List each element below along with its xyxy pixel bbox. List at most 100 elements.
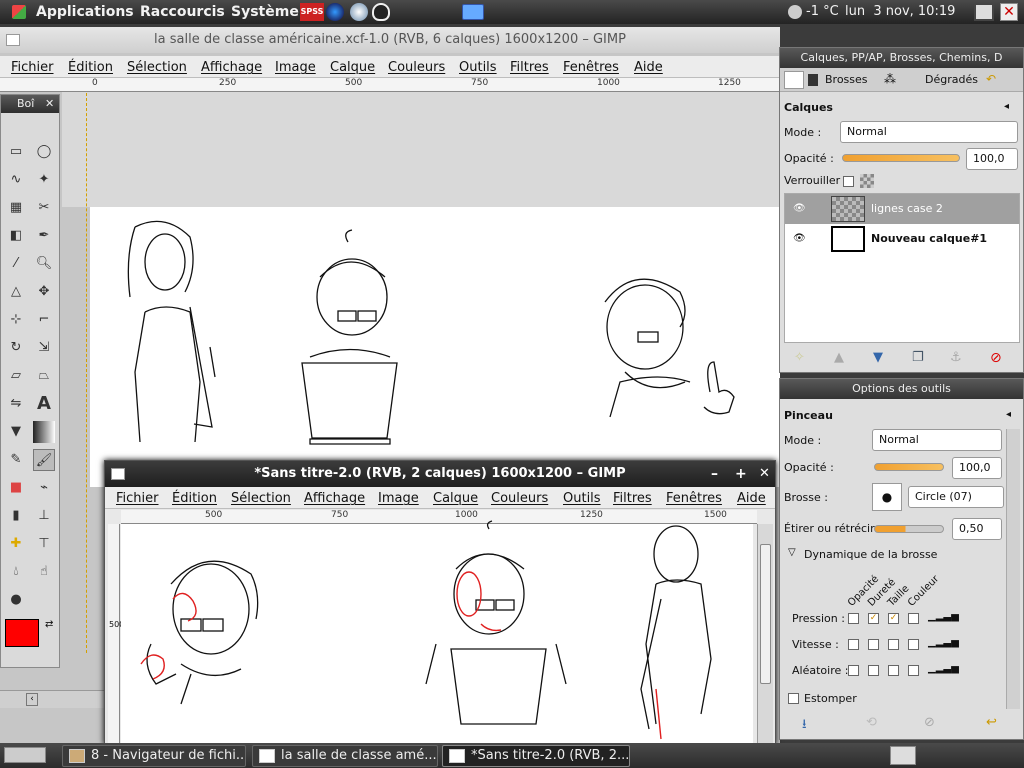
second-window-titlebar[interactable]: *Sans titre-2.0 (RVB, 2 calques) 1600x12… bbox=[105, 461, 775, 487]
move-tool-icon[interactable]: ✥ bbox=[33, 281, 55, 303]
spss-launcher-icon[interactable]: SPSS bbox=[300, 3, 324, 21]
close-icon[interactable]: ✕ bbox=[759, 461, 770, 487]
menu-aide[interactable]: Aide bbox=[634, 60, 663, 75]
clock[interactable]: lun 3 nov, 10:19 bbox=[845, 4, 955, 19]
menu-aide[interactable]: Aide bbox=[737, 491, 766, 506]
menu-selection[interactable]: Sélection bbox=[231, 491, 291, 506]
zoom-tool-icon[interactable]: 🔍︎ bbox=[33, 253, 55, 275]
dynamics-checkbox[interactable] bbox=[868, 639, 879, 650]
perspective-clone-tool-icon[interactable]: ⊤ bbox=[33, 533, 55, 555]
dynamics-checkbox[interactable] bbox=[888, 639, 899, 650]
menu-image[interactable]: Image bbox=[378, 491, 419, 506]
heal-tool-icon[interactable]: ✚ bbox=[5, 533, 27, 555]
dynamics-checkbox[interactable] bbox=[908, 639, 919, 650]
layers-opacity-slider[interactable] bbox=[842, 154, 960, 162]
lock-pixels-checkbox[interactable] bbox=[843, 176, 854, 187]
dynamics-checkbox[interactable] bbox=[848, 665, 859, 676]
tool-opacity-slider[interactable] bbox=[874, 463, 944, 471]
tool-options-titlebar[interactable]: Options des outils bbox=[780, 379, 1023, 399]
tab-undo-icon[interactable]: ↶ bbox=[986, 72, 996, 86]
dynamics-checkbox[interactable] bbox=[908, 613, 919, 624]
dynamics-checkbox[interactable]: ✓ bbox=[868, 613, 879, 624]
airbrush-tool-icon[interactable]: ⌁ bbox=[33, 477, 55, 499]
dynamics-label[interactable]: Dynamique de la brosse bbox=[804, 548, 937, 561]
align-tool-icon[interactable]: ⊹ bbox=[5, 309, 27, 331]
layer-name[interactable]: Nouveau calque#1 bbox=[871, 224, 987, 254]
restore-options-icon[interactable]: ⟲ bbox=[866, 715, 877, 730]
menu-raccourcis[interactable]: Raccourcis bbox=[140, 4, 225, 20]
delete-layer-icon[interactable]: ⊘ bbox=[990, 350, 1002, 366]
menu-outils[interactable]: Outils bbox=[459, 60, 497, 75]
brush-preview-icon[interactable]: ● bbox=[872, 483, 902, 511]
minimize-icon[interactable]: – bbox=[711, 461, 718, 487]
raise-layer-icon[interactable]: ▲ bbox=[834, 350, 844, 365]
rotate-tool-icon[interactable]: ↻ bbox=[5, 337, 27, 359]
perspective-tool-icon[interactable]: ⏢ bbox=[33, 365, 55, 387]
fade-checkbox[interactable] bbox=[788, 693, 799, 704]
shutdown-icon[interactable]: ✕ bbox=[1000, 3, 1018, 21]
menu-calque[interactable]: Calque bbox=[330, 60, 375, 75]
lower-layer-icon[interactable]: ▼ bbox=[873, 350, 883, 365]
menu-fichier[interactable]: Fichier bbox=[116, 491, 159, 506]
second-canvas[interactable] bbox=[121, 520, 753, 744]
bucket-fill-tool-icon[interactable]: ▼ bbox=[5, 421, 27, 443]
fuzzy-select-tool-icon[interactable]: ✦ bbox=[33, 169, 55, 191]
menu-applications[interactable]: Applications bbox=[36, 4, 134, 20]
main-hscrollbar[interactable]: ‹ bbox=[0, 690, 104, 708]
dynamics-checkbox[interactable] bbox=[868, 665, 879, 676]
smudge-tool-icon[interactable]: ☝ bbox=[33, 561, 55, 583]
dodge-burn-tool-icon[interactable]: ● bbox=[5, 589, 27, 611]
menu-edition[interactable]: Édition bbox=[68, 60, 113, 75]
second-vscrollbar[interactable] bbox=[757, 524, 773, 744]
shear-tool-icon[interactable]: ▱ bbox=[5, 365, 27, 387]
tux-launcher-icon[interactable] bbox=[372, 3, 390, 21]
gnome-foot-icon[interactable] bbox=[12, 5, 26, 19]
menu-fenetres[interactable]: Fenêtres bbox=[666, 491, 722, 506]
rect-select-tool-icon[interactable]: ▭ bbox=[5, 141, 27, 163]
blend-tool-icon[interactable] bbox=[33, 421, 55, 443]
scissors-tool-icon[interactable]: ✂ bbox=[33, 197, 55, 219]
panel-menu-icon[interactable]: ◂ bbox=[1006, 409, 1011, 420]
brush-name-field[interactable]: Circle (07) bbox=[908, 486, 1004, 508]
layers-dock-titlebar[interactable]: Calques, PP/AP, Brosses, Chemins, D bbox=[780, 48, 1023, 68]
menu-image[interactable]: Image bbox=[275, 60, 316, 75]
dynamics-checkbox[interactable] bbox=[848, 613, 859, 624]
layers-opacity-field[interactable]: 100,0 bbox=[966, 148, 1018, 170]
menu-affichage[interactable]: Affichage bbox=[304, 491, 365, 506]
curve-icon[interactable]: ▁▂▃▅ bbox=[928, 637, 959, 648]
swap-colors-icon[interactable]: ⇄ bbox=[45, 619, 53, 630]
second-vertical-ruler[interactable]: 500 bbox=[108, 524, 124, 744]
task-gimp-second[interactable]: *Sans titre-2.0 (RVB, 2... bbox=[442, 745, 630, 767]
delete-options-icon[interactable]: ⊘ bbox=[924, 715, 935, 730]
menu-fichier[interactable]: Fichier bbox=[11, 60, 54, 75]
pencil-tool-icon[interactable]: ✎ bbox=[5, 449, 27, 471]
layer-row[interactable]: 👁︎ lignes case 2 bbox=[785, 194, 1019, 224]
scale-slider[interactable] bbox=[874, 525, 944, 533]
lasso-tool-icon[interactable]: ∿ bbox=[5, 169, 27, 191]
menu-couleurs[interactable]: Couleurs bbox=[388, 60, 445, 75]
tab-channels-icon[interactable] bbox=[808, 74, 818, 86]
network-status-icon[interactable] bbox=[974, 3, 994, 21]
eye-icon[interactable]: 👁︎ bbox=[793, 224, 806, 254]
eraser-tool-icon[interactable]: ■ bbox=[5, 477, 27, 499]
second-horizontal-ruler[interactable]: 500 750 1000 1250 1500 bbox=[121, 510, 757, 524]
anchor-layer-icon[interactable]: ⚓︎ bbox=[950, 350, 962, 365]
dynamics-checkbox[interactable] bbox=[908, 665, 919, 676]
trash-icon[interactable] bbox=[890, 746, 916, 765]
panel-menu-icon[interactable]: ◂ bbox=[1004, 101, 1009, 112]
menu-fenetres[interactable]: Fenêtres bbox=[563, 60, 619, 75]
toolbox-titlebar[interactable]: Boî ✕ bbox=[1, 95, 59, 113]
tab-patterns-icon[interactable]: ⁂ bbox=[884, 72, 896, 86]
task-gimp-main[interactable]: la salle de classe amé... bbox=[252, 745, 438, 767]
menu-affichage[interactable]: Affichage bbox=[201, 60, 262, 75]
browser-launcher-icon[interactable] bbox=[326, 3, 344, 21]
blur-tool-icon[interactable]: 💧︎ bbox=[5, 561, 27, 583]
paths-tool-icon[interactable]: ✒ bbox=[33, 225, 55, 247]
expander-icon[interactable]: ▽ bbox=[788, 547, 796, 558]
ellipse-select-tool-icon[interactable]: ◯ bbox=[33, 141, 55, 163]
color-select-tool-icon[interactable]: ▦ bbox=[5, 197, 27, 219]
tab-gradients[interactable]: Dégradés bbox=[925, 73, 978, 86]
workspace-switcher-icon[interactable] bbox=[4, 747, 46, 763]
dynamics-checkbox[interactable] bbox=[888, 665, 899, 676]
color-picker-tool-icon[interactable]: ⁄ bbox=[5, 253, 27, 275]
